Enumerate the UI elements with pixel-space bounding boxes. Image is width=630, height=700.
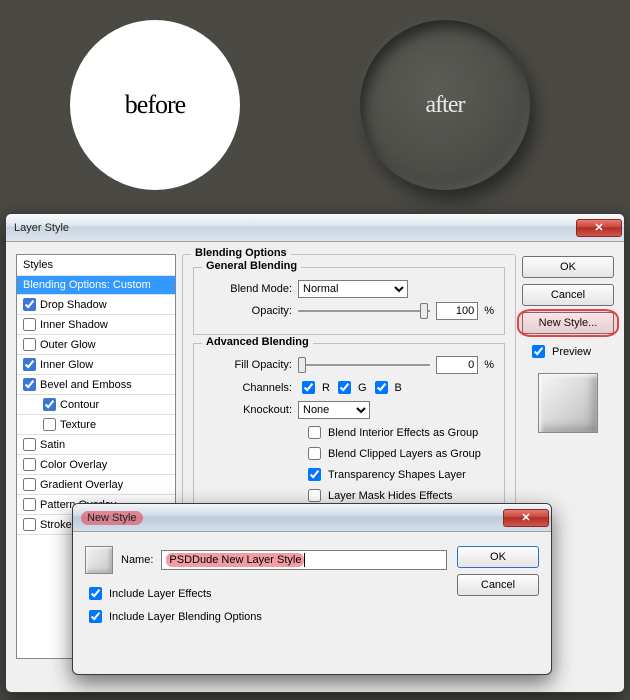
opacity-slider[interactable] (298, 302, 430, 320)
advanced-blending-legend: Advanced Blending (202, 336, 313, 348)
subdialog-titlebar[interactable]: New Style ✕ (73, 504, 551, 532)
style-checkbox[interactable] (23, 298, 36, 311)
styles-list-header: Styles (17, 255, 175, 276)
blend-mode-label: Blend Mode: (204, 283, 292, 295)
style-checkbox[interactable] (43, 398, 56, 411)
dialog-title: Layer Style (14, 222, 576, 234)
before-circle: before (70, 20, 240, 190)
fill-opacity-slider[interactable] (298, 356, 430, 374)
subdialog-cancel-button[interactable]: Cancel (457, 574, 539, 596)
styles-list-row[interactable]: Blending Options: Custom (17, 276, 175, 295)
preview-swatch (538, 373, 598, 433)
after-circle: after (360, 20, 530, 190)
style-checkbox[interactable] (23, 378, 36, 391)
style-row-label: Bevel and Emboss (40, 379, 132, 391)
example-preview: before after (0, 0, 630, 210)
style-row-label: Contour (60, 399, 99, 411)
channel-g-checkbox[interactable] (338, 381, 351, 394)
subdialog-close-button[interactable]: ✕ (503, 509, 549, 527)
include-effects-checkbox[interactable] (89, 587, 102, 600)
style-row-label: Outer Glow (40, 339, 96, 351)
fill-opacity-input[interactable] (436, 356, 478, 374)
styles-list-row[interactable]: Gradient Overlay (17, 475, 175, 495)
styles-list-row[interactable]: Contour (17, 395, 175, 415)
styles-list-row[interactable]: Color Overlay (17, 455, 175, 475)
styles-list-row[interactable]: Inner Shadow (17, 315, 175, 335)
style-row-label: Texture (60, 419, 96, 431)
layer-mask-hides-checkbox[interactable] (308, 489, 321, 502)
knockout-label: Knockout: (204, 404, 292, 416)
style-checkbox[interactable] (23, 338, 36, 351)
dialog-close-button[interactable]: ✕ (576, 219, 622, 237)
blend-mode-select[interactable]: Normal (298, 280, 408, 298)
opacity-label: Opacity: (204, 305, 292, 317)
channels-label: Channels: (204, 382, 292, 394)
style-checkbox[interactable] (23, 478, 36, 491)
knockout-select[interactable]: None (298, 401, 370, 419)
preview-label: Preview (552, 346, 591, 358)
new-style-dialog: New Style ✕ Name: PSDDude New Layer Styl… (72, 503, 552, 675)
styles-list-row[interactable]: Drop Shadow (17, 295, 175, 315)
close-icon: ✕ (594, 221, 603, 234)
style-checkbox[interactable] (23, 498, 36, 511)
percent-label: % (484, 359, 494, 371)
styles-list-row[interactable]: Bevel and Emboss (17, 375, 175, 395)
styles-list-row[interactable]: Outer Glow (17, 335, 175, 355)
blend-clipped-checkbox[interactable] (308, 447, 321, 460)
style-row-label: Stroke (40, 519, 72, 531)
preview-checkbox[interactable] (532, 345, 545, 358)
style-checkbox[interactable] (23, 438, 36, 451)
style-checkbox[interactable] (23, 518, 36, 531)
fill-opacity-label: Fill Opacity: (204, 359, 292, 371)
style-swatch (85, 546, 113, 574)
name-label: Name: (121, 554, 153, 566)
style-row-label: Gradient Overlay (40, 479, 123, 491)
style-checkbox[interactable] (23, 458, 36, 471)
style-checkbox[interactable] (23, 358, 36, 371)
channel-r-checkbox[interactable] (302, 381, 315, 394)
general-blending-group: General Blending Blend Mode: Normal Opac… (193, 267, 505, 335)
style-row-label: Inner Shadow (40, 319, 108, 331)
general-blending-legend: General Blending (202, 260, 301, 272)
new-style-button[interactable]: New Style... (522, 312, 614, 334)
before-label: before (125, 90, 185, 120)
style-row-label: Drop Shadow (40, 299, 107, 311)
style-name-input[interactable]: PSDDude New Layer Style (161, 550, 447, 570)
channel-b-checkbox[interactable] (375, 381, 388, 394)
close-icon: ✕ (521, 511, 530, 524)
percent-label: % (484, 305, 494, 317)
transparency-shapes-checkbox[interactable] (308, 468, 321, 481)
styles-list-row[interactable]: Inner Glow (17, 355, 175, 375)
style-row-label: Inner Glow (40, 359, 93, 371)
style-row-label: Blending Options: Custom (23, 279, 151, 291)
style-checkbox[interactable] (23, 318, 36, 331)
opacity-input[interactable] (436, 302, 478, 320)
cancel-button[interactable]: Cancel (522, 284, 614, 306)
after-label: after (426, 92, 465, 119)
blend-interior-checkbox[interactable] (308, 426, 321, 439)
subdialog-ok-button[interactable]: OK (457, 546, 539, 568)
style-row-label: Satin (40, 439, 65, 451)
styles-list-row[interactable]: Texture (17, 415, 175, 435)
blending-options-legend: Blending Options (191, 247, 291, 259)
dialog-titlebar[interactable]: Layer Style ✕ (6, 214, 624, 242)
subdialog-title: New Style (81, 511, 503, 525)
styles-list-row[interactable]: Satin (17, 435, 175, 455)
style-checkbox[interactable] (43, 418, 56, 431)
ok-button[interactable]: OK (522, 256, 614, 278)
include-blending-checkbox[interactable] (89, 610, 102, 623)
style-row-label: Color Overlay (40, 459, 107, 471)
